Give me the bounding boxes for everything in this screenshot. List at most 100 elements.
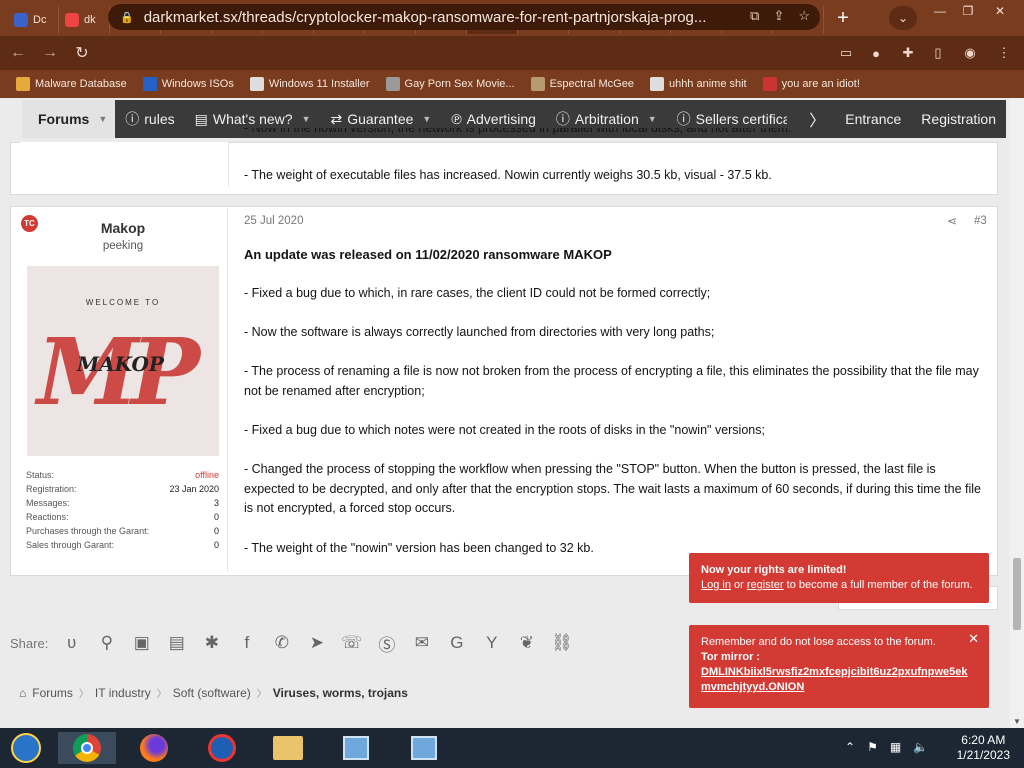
browser-tab[interactable]: dk	[59, 6, 110, 34]
whatsapp-icon[interactable]: ✆	[264, 633, 299, 653]
taskbar-network-app-2[interactable]	[408, 732, 440, 764]
nav-item-icon: ⓘ	[676, 111, 691, 127]
bookmark-label: Windows ISOs	[161, 78, 234, 90]
clock-date: 1/21/2023	[956, 748, 1010, 762]
home-icon[interactable]: ⌂	[19, 686, 26, 700]
page-scrollbar[interactable]: ▼	[1010, 98, 1024, 728]
extension-flag-icon[interactable]: ▭	[836, 43, 856, 63]
volume-icon[interactable]: 🔈	[913, 740, 928, 754]
extension-avatar-icon[interactable]: ●	[866, 43, 886, 63]
clock-time: 6:20 AM	[961, 733, 1006, 747]
translate-icon[interactable]: ⧉	[750, 8, 759, 24]
share-row: Share: ʋ ⚲ ▣ ▤ ✱ f ✆ ➤ ☏ Ⓢ ✉ G Y ❦ ⛓	[10, 631, 579, 656]
post-date[interactable]: 25 Jul 2020	[244, 215, 303, 227]
new-tab-button[interactable]: +	[830, 5, 856, 31]
avatar[interactable]: WELCOME TO MP MAKOP	[27, 266, 219, 456]
post-paragraph: - Changed the process of stopping the wo…	[244, 462, 981, 515]
bookmark-item[interactable]: you are an idiot!	[762, 77, 860, 91]
notice-body: Log in or register to become a full memb…	[701, 578, 977, 593]
address-bar[interactable]: 🔒 darkmarket.sx/threads/cryptolocker-mak…	[108, 4, 820, 30]
taskbar-app[interactable]	[206, 732, 238, 764]
restore-button[interactable]: ❐	[954, 0, 982, 22]
taskbar-chrome[interactable]	[58, 732, 116, 764]
close-icon[interactable]: ✕	[968, 631, 979, 646]
puzzle-icon[interactable]: ✚	[898, 43, 918, 63]
back-button[interactable]: ←	[4, 39, 32, 67]
start-button[interactable]	[10, 732, 42, 764]
bookmark-item[interactable]: Espectral McGee	[530, 77, 634, 91]
share-icon[interactable]: ⇪	[773, 8, 784, 24]
more-menu-icon[interactable]: ⋮	[994, 43, 1014, 63]
breadcrumb: ⌂ Forums 〉 IT industry 〉 Soft (software) 〉 Viru…	[19, 685, 408, 701]
bookmark-item[interactable]: Gay Porn Sex Movie...	[385, 77, 515, 91]
yandex-icon[interactable]: Y	[474, 633, 509, 653]
star-icon[interactable]: ☆	[798, 8, 810, 24]
profile-icon[interactable]: ◉	[960, 43, 980, 63]
installer-icon	[249, 77, 264, 91]
odnoklassniki-icon[interactable]: ⚲	[89, 633, 124, 653]
breadcrumb-item[interactable]: IT industry	[95, 686, 151, 700]
site-nav-forums[interactable]: Forums ▼	[22, 100, 116, 138]
previous-post-line: - Now in the nowin version, the network …	[244, 128, 994, 140]
evernote-icon[interactable]: ❦	[509, 633, 544, 653]
viber-icon[interactable]: ☏	[334, 633, 369, 653]
arrow-left-icon: ←	[10, 44, 26, 61]
google-icon[interactable]: G	[439, 633, 474, 653]
breadcrumb-separator-icon: 〉	[78, 689, 89, 700]
reload-button[interactable]: ↻	[68, 39, 96, 67]
tab-search-button[interactable]: ⌄	[889, 6, 917, 30]
nav-item-icon: ⓘ	[555, 111, 570, 127]
forward-button[interactable]: →	[36, 39, 64, 67]
scroll-down-arrow-icon[interactable]: ▼	[1013, 717, 1021, 726]
login-link[interactable]: Log in	[701, 579, 731, 591]
share-post-icon[interactable]: ⋖	[947, 214, 957, 228]
blogger-icon[interactable]: ▣	[124, 633, 159, 653]
nav-item-label: rules	[144, 111, 175, 127]
reload-icon: ↻	[75, 45, 89, 62]
bookmark-label: Espectral McGee	[549, 78, 634, 90]
stat-label: Status:	[26, 470, 55, 480]
bookmark-item[interactable]: uhhh anime shit	[649, 77, 747, 91]
tor-mirror-link[interactable]: DMLINKbiixl5rwsfiz2mxfcepjcibit6uz2pxufn…	[701, 665, 977, 695]
livejournal-icon[interactable]: ✱	[194, 633, 229, 653]
scrollbar-thumb[interactable]	[1013, 558, 1021, 630]
taskbar-explorer[interactable]	[272, 732, 304, 764]
site-nav-rules[interactable]: ⓘ rules	[115, 100, 184, 138]
skype-icon[interactable]: Ⓢ	[369, 631, 404, 656]
bookmark-item[interactable]: Malware Database	[16, 77, 127, 91]
site-icon	[385, 77, 400, 91]
yandex-icon	[65, 13, 79, 27]
vk-icon[interactable]: ʋ	[54, 633, 89, 653]
bookmark-label: Gay Porn Sex Movie...	[404, 78, 515, 90]
post-username[interactable]: Makop	[27, 220, 219, 236]
bookmark-label: you are an idiot!	[781, 78, 860, 90]
avatar-logo-word: MAKOP	[77, 352, 164, 376]
link-icon[interactable]: ⛓	[544, 633, 579, 653]
breadcrumb-item[interactable]: Forums	[32, 686, 73, 700]
notice2-line1: Remember and do not lose access to the f…	[701, 636, 936, 648]
flag-icon[interactable]: ⚑	[867, 740, 878, 754]
chevron-up-icon[interactable]: ⌃	[845, 740, 855, 754]
rights-limited-notice: Now your rights are limited! Log in or r…	[689, 553, 989, 603]
email-icon[interactable]: ✉	[404, 633, 439, 653]
sidepanel-icon[interactable]: ▯	[928, 43, 948, 63]
browser-tab[interactable]: Dc	[8, 6, 59, 34]
minimize-button[interactable]: —	[926, 0, 954, 22]
post-headline: An update was released on 11/02/2020 ran…	[244, 247, 612, 262]
breadcrumb-item[interactable]: Viruses, worms, trojans	[273, 686, 408, 700]
linkedin-icon[interactable]: ▤	[159, 633, 194, 653]
nav-item-label: What's new?	[212, 111, 293, 127]
taskbar-network-app-1[interactable]	[340, 732, 372, 764]
post-paragraph: - Fixed a bug due to which notes were no…	[244, 423, 765, 437]
bookmark-item[interactable]: Windows 11 Installer	[249, 77, 370, 91]
bookmark-item[interactable]: Windows ISOs	[142, 77, 234, 91]
close-window-button[interactable]: ✕	[986, 0, 1014, 22]
register-link[interactable]: register	[747, 579, 784, 591]
clock[interactable]: 6:20 AM 1/21/2023	[957, 733, 1010, 763]
facebook-icon[interactable]: f	[229, 633, 264, 653]
taskbar-firefox[interactable]	[138, 732, 170, 764]
network-icon[interactable]: ▦	[890, 740, 901, 754]
telegram-icon[interactable]: ➤	[299, 633, 334, 653]
breadcrumb-item[interactable]: Soft (software)	[173, 686, 251, 700]
post-number-link[interactable]: #3	[974, 215, 987, 227]
